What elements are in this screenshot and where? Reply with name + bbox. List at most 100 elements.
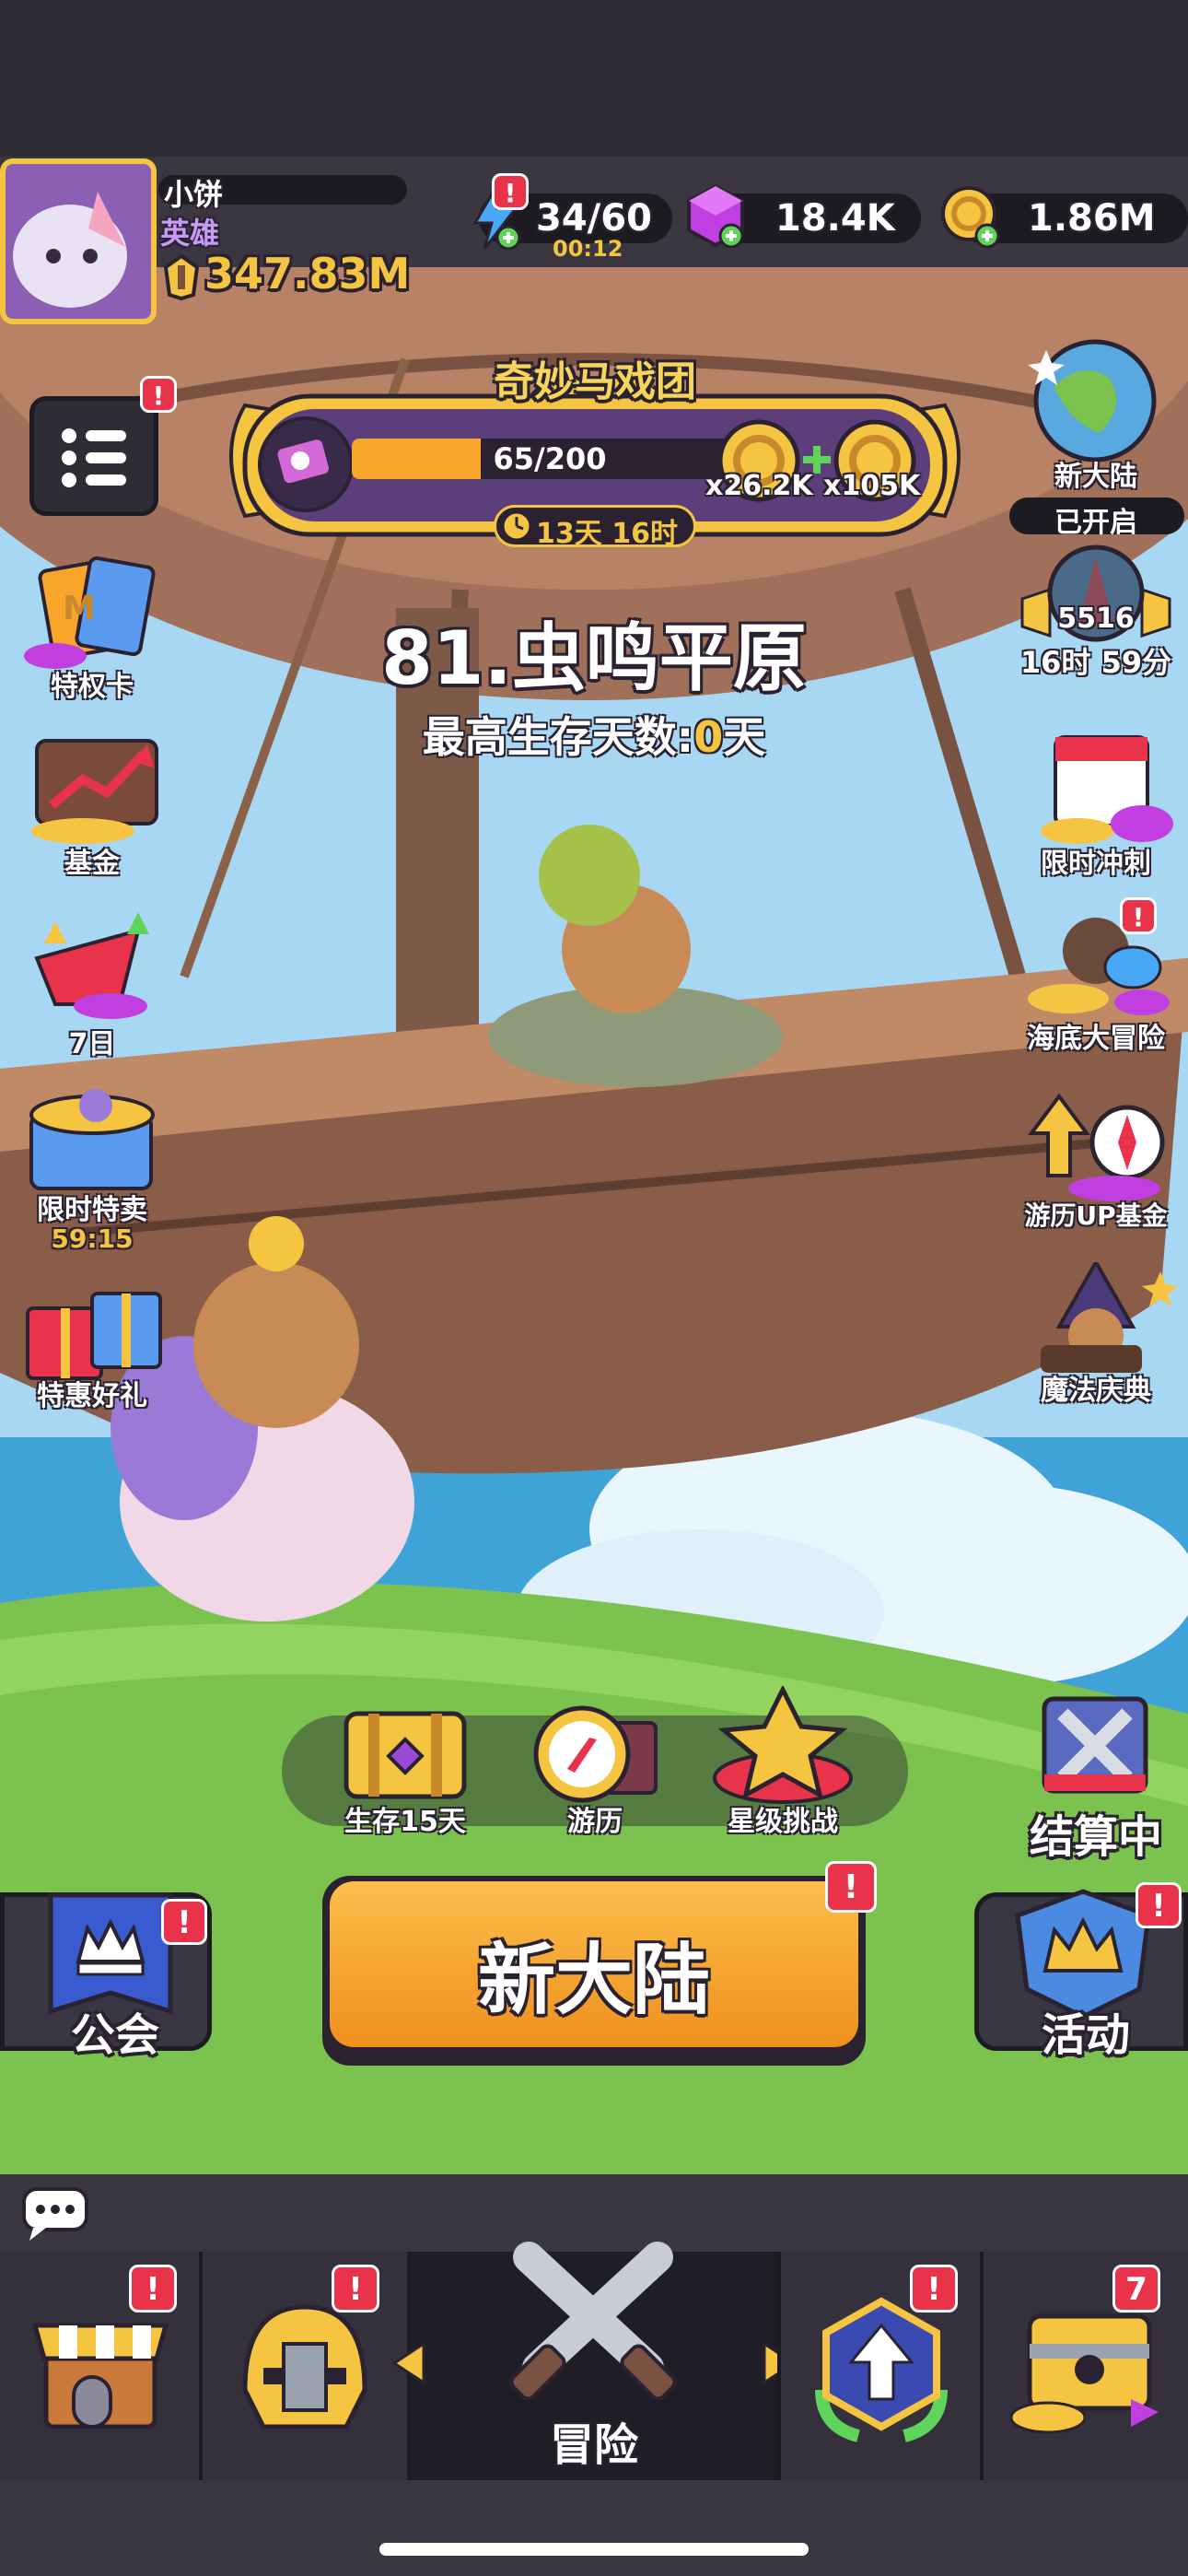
new-continent-label: 新大陆 — [1054, 461, 1137, 493]
sprint-calendar-icon — [1041, 735, 1173, 844]
nav-adventure-label: 冒险 — [549, 2419, 638, 2471]
treasure-count-badge: 7 — [1112, 2265, 1160, 2313]
coin-icon — [938, 182, 1004, 249]
left-item-label: 7日 — [68, 1028, 116, 1060]
quick-action-label: 游历 — [567, 1806, 623, 1838]
player-power: 347.83M — [204, 249, 411, 299]
new-continent-main-button[interactable]: 新大陆 — [322, 1876, 866, 2066]
right-item-new-continent[interactable]: 新大陆 已开启 — [1004, 332, 1188, 539]
event-banner[interactable]: 奇妙马戏团 65/200 x26.2K x105K 13天 16时 — [217, 358, 973, 550]
gems-value: 18.4K — [775, 197, 895, 240]
survival-unit: 天 — [723, 712, 766, 762]
avatar-creature-icon — [13, 192, 127, 308]
svg-text:M: M — [63, 590, 96, 627]
event-ticket-icon — [258, 416, 354, 512]
energy-alert-badge: ! — [492, 173, 529, 210]
coins-value: 1.86M — [1028, 197, 1156, 240]
player-avatar[interactable] — [0, 158, 157, 324]
survival-label: 最高生存天数: — [422, 712, 694, 762]
seven-day-gift-icon — [34, 912, 149, 1019]
limited-sale-icon — [29, 1089, 155, 1190]
compass-icon — [533, 1705, 658, 1803]
menu-button[interactable] — [29, 396, 158, 516]
right-item-undersea[interactable]: ! 海底大冒险 — [1004, 897, 1188, 1060]
main-button-label: 新大陆 — [477, 1935, 710, 2025]
left-item-fund[interactable]: 基金 — [0, 728, 184, 884]
nav-left-arrow-icon[interactable] — [390, 2340, 427, 2386]
event-reward-2: x105K — [823, 470, 921, 502]
gem-icon — [683, 182, 748, 249]
left-item-label: 特权卡 — [51, 671, 134, 703]
right-item-label: 魔法庆典 — [1041, 1375, 1151, 1407]
left-item-label: 基金 — [64, 848, 120, 880]
survival-days: 0 — [693, 712, 724, 762]
nav-adventure[interactable]: 冒险 — [411, 2242, 777, 2480]
left-item-special-gift[interactable]: 特惠好礼 — [0, 1271, 184, 1428]
right-item-magic[interactable]: 魔法庆典 — [1004, 1262, 1188, 1419]
upgrade-alert-badge: ! — [910, 2265, 958, 2313]
power-icon — [162, 253, 201, 301]
privilege-card-icon: M — [24, 556, 156, 669]
nav-shop[interactable]: ! — [0, 2252, 203, 2480]
crossed-swords-icon — [1042, 1696, 1148, 1794]
limited-sale-timer: 59:15 — [51, 1224, 134, 1254]
left-item-label: 特惠好礼 — [37, 1380, 147, 1412]
home-indicator — [379, 2543, 809, 2556]
guild-label: 公会 — [70, 2009, 159, 2061]
activity-button[interactable]: ! 活动 — [974, 1882, 1188, 2061]
tower-timer: 16时 59分 — [1019, 645, 1172, 680]
player-rank: 英雄 — [160, 216, 220, 251]
magic-celebration-icon — [1041, 1262, 1179, 1373]
settlement-button[interactable]: 结算中 — [1004, 1686, 1188, 1863]
undersea-adventure-icon — [1028, 918, 1170, 1015]
quick-action-label: 星级挑战 — [728, 1806, 838, 1838]
chat-button[interactable] — [18, 2184, 92, 2242]
globe-icon — [1028, 339, 1157, 463]
event-reward-1: x26.2K — [705, 470, 813, 502]
main-alert-badge: ! — [825, 1861, 877, 1913]
player-name: 小饼 — [164, 177, 224, 212]
guild-button[interactable]: ! 公会 — [0, 1892, 212, 2061]
event-title: 奇妙马戏团 — [494, 358, 696, 405]
guild-alert-badge: ! — [161, 1899, 207, 1945]
quick-action-star-challenge[interactable]: 星级挑战 — [700, 1686, 866, 1843]
energy-value: 34/60 — [536, 197, 652, 240]
menu-alert-badge: ! — [140, 376, 177, 413]
quick-action-travel[interactable]: 游历 — [512, 1686, 678, 1843]
left-item-limited-sale[interactable]: 限时特卖 59:15 — [0, 1078, 184, 1262]
star-challenge-icon — [713, 1686, 853, 1804]
status-bar-area — [0, 0, 1188, 157]
fund-chart-icon — [31, 739, 158, 844]
nav-equipment[interactable]: ! — [203, 2252, 411, 2480]
right-item-travel-fund[interactable]: 游历UP基金 — [1004, 1087, 1188, 1244]
undersea-alert-badge: ! — [1120, 897, 1157, 934]
energy-timer: 00:12 — [553, 236, 623, 262]
chat-bubble-icon — [22, 2187, 88, 2241]
crossed-swords-nav-icon — [509, 2242, 677, 2401]
settlement-label: 结算中 — [1029, 1811, 1162, 1863]
equipment-alert-badge: ! — [332, 2265, 379, 2313]
event-timer: 13天 16时 — [536, 518, 678, 550]
tower-count: 5516 — [1057, 603, 1135, 635]
right-item-tower[interactable]: 5516 16时 59分 — [1004, 544, 1188, 682]
travel-fund-icon — [1028, 1093, 1165, 1201]
right-item-label: 游历UP基金 — [1024, 1200, 1168, 1231]
activity-alert-badge: ! — [1136, 1882, 1182, 1928]
left-item-privilege-card[interactable]: M 特权卡 — [0, 553, 184, 709]
right-item-label: 海底大冒险 — [1027, 1023, 1165, 1055]
activity-label: 活动 — [1041, 2009, 1130, 2061]
quick-action-survival[interactable]: 生存15天 — [322, 1686, 488, 1843]
quick-action-label: 生存15天 — [344, 1806, 466, 1838]
clock-icon — [499, 509, 534, 544]
left-item-seven-day[interactable]: 7日 — [0, 903, 184, 1060]
shop-alert-badge: ! — [129, 2265, 177, 2313]
event-progress-text: 65/200 — [493, 441, 607, 476]
nav-upgrade[interactable]: ! — [777, 2252, 984, 2480]
left-item-label: 限时特卖 — [37, 1194, 147, 1226]
list-menu-icon — [62, 428, 126, 487]
right-item-label: 限时冲刺 — [1041, 848, 1151, 880]
nav-treasure[interactable]: 7 — [984, 2252, 1188, 2480]
treasure-chest-icon — [344, 1711, 467, 1799]
new-continent-status: 已开启 — [1054, 507, 1137, 539]
right-item-sprint[interactable]: 限时冲刺 — [1004, 728, 1188, 884]
